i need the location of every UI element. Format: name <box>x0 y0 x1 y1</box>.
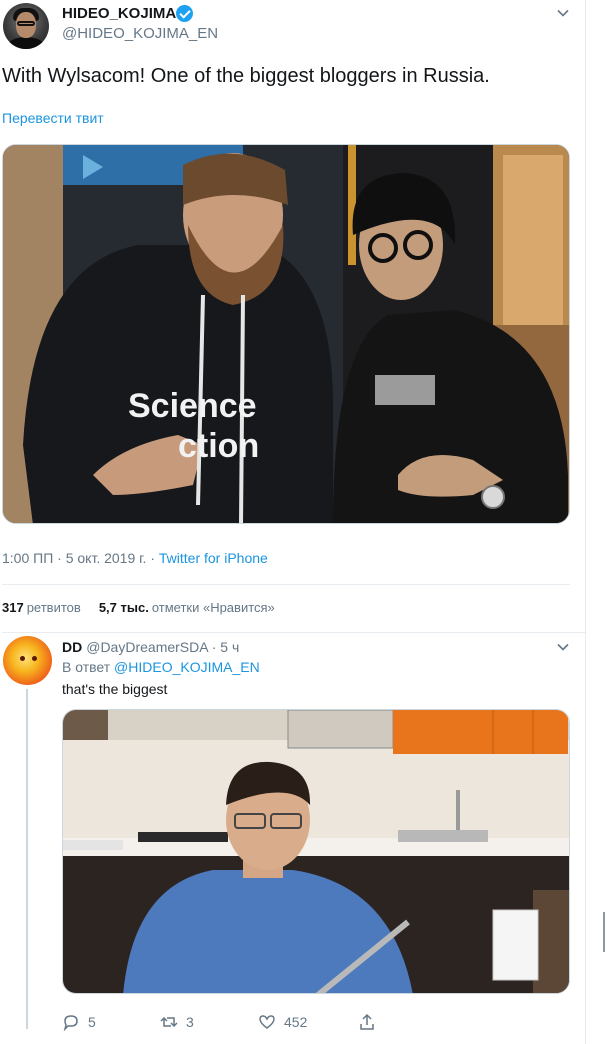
photo-illustration: Science ction <box>3 145 569 523</box>
retweet-action[interactable]: 3 <box>160 1011 194 1033</box>
reply-header: DD @DayDreamerSDA · 5 ч <box>62 639 239 655</box>
likes-stat[interactable]: 5,7 тыс. отметки «Нравится» <box>99 600 275 615</box>
verified-icon <box>176 5 193 22</box>
retweets-label: ретвитов <box>26 600 81 615</box>
reply-age[interactable]: 5 ч <box>220 639 239 655</box>
like-icon <box>259 1015 275 1029</box>
reply-actions: 5 3 452 <box>62 1011 392 1033</box>
author-handle[interactable]: @HIDEO_KOJIMA_EN <box>62 25 218 42</box>
avatar[interactable] <box>3 636 52 685</box>
like-count: 452 <box>284 1014 308 1030</box>
avatar[interactable] <box>3 3 49 49</box>
meta-separator: · <box>53 550 66 566</box>
reply-author-name[interactable]: DD <box>62 639 82 655</box>
reply-tweet[interactable]: DD @DayDreamerSDA · 5 ч В ответ @HIDEO_KO… <box>0 633 585 1044</box>
like-action[interactable]: 452 <box>258 1011 307 1033</box>
edge-mark <box>603 912 605 952</box>
chevron-down-icon[interactable] <box>556 640 570 654</box>
meta-separator: · <box>146 550 159 566</box>
tweet-date[interactable]: 5 окт. 2019 г. <box>66 550 147 566</box>
share-icon <box>360 1013 374 1030</box>
shirt-text-1: Science <box>128 387 257 425</box>
meta-separator: · <box>207 639 221 655</box>
reply-author-handle[interactable]: @DayDreamerSDA <box>86 639 208 655</box>
tweet-source-link[interactable]: Twitter for iPhone <box>159 550 268 566</box>
chevron-down-icon[interactable] <box>556 6 570 20</box>
thread-line <box>26 689 28 1029</box>
replying-to: В ответ @HIDEO_KOJIMA_EN <box>62 659 260 675</box>
likes-label: отметки «Нравится» <box>151 600 275 615</box>
tweet-timestamp: 1:00 ПП · 5 окт. 2019 г. · Twitter for i… <box>2 550 268 566</box>
retweet-icon <box>160 1016 178 1028</box>
photo-illustration <box>63 710 569 993</box>
retweets-count: 317 <box>2 600 24 615</box>
tweet-photo[interactable]: Science ction <box>2 144 570 524</box>
retweet-count: 3 <box>186 1014 194 1030</box>
tweet-text: With Wylsacom! One of the biggest blogge… <box>2 65 490 87</box>
share-action[interactable] <box>358 1011 376 1033</box>
reply-count: 5 <box>88 1014 96 1030</box>
tweet-time[interactable]: 1:00 ПП <box>2 550 53 566</box>
reply-text: that's the biggest <box>62 681 168 697</box>
main-tweet: HIDEO_KOJIMA @HIDEO_KOJIMA_EN With Wylsa… <box>0 0 585 633</box>
reply-action[interactable]: 5 <box>62 1011 96 1033</box>
author-name[interactable]: HIDEO_KOJIMA <box>62 5 176 22</box>
reply-icon <box>63 1015 78 1031</box>
reply-mention-link[interactable]: @HIDEO_KOJIMA_EN <box>114 659 260 675</box>
translate-link[interactable]: Перевести твит <box>2 110 104 126</box>
likes-count: 5,7 тыс. <box>98 600 149 615</box>
timeline-border <box>585 0 586 1044</box>
retweets-stat[interactable]: 317 ретвитов <box>2 600 81 615</box>
reply-prefix: В ответ <box>62 659 111 675</box>
divider <box>2 584 570 585</box>
reply-photo[interactable] <box>62 709 570 994</box>
tweet-stats: 317 ретвитов 5,7 тыс. отметки «Нравится» <box>2 600 275 615</box>
shirt-text-2: ction <box>178 427 259 465</box>
